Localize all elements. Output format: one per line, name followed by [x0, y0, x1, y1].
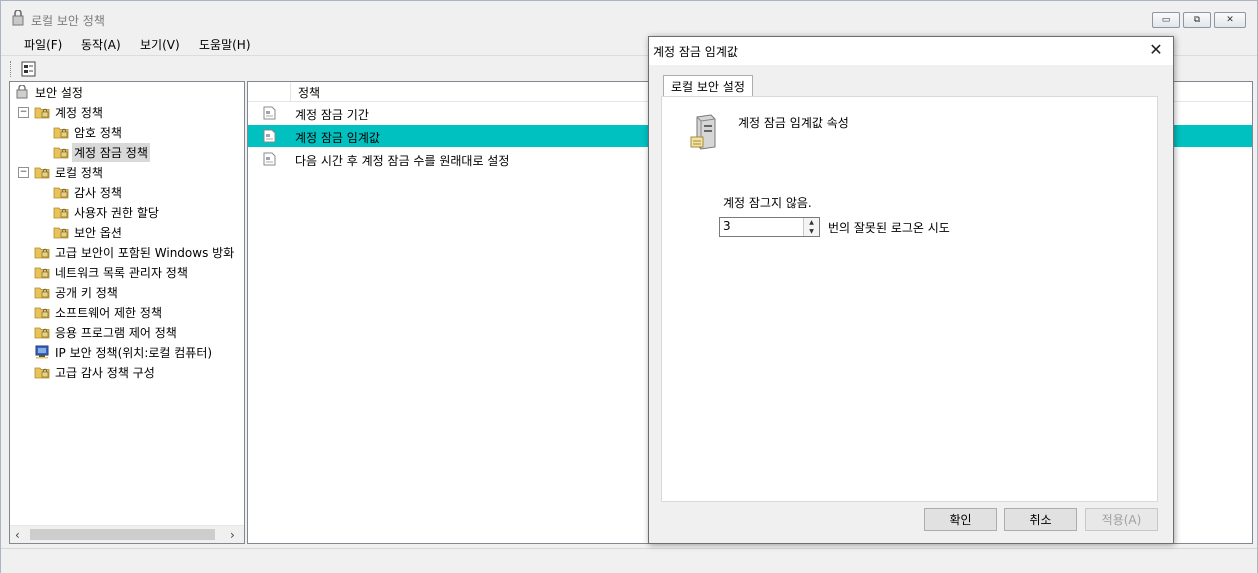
export-list-icon[interactable] — [20, 60, 38, 78]
list-item-label: 계정 잠금 임계값 — [295, 131, 380, 145]
column-header-policy: 정책 — [298, 86, 321, 100]
collapse-icon[interactable]: − — [18, 107, 29, 118]
menu-file[interactable]: 파일(F) — [24, 36, 62, 53]
locked-folder-icon — [34, 287, 50, 299]
list-item-label: 다음 시간 후 계정 잠금 수를 원래대로 설정 — [295, 154, 510, 168]
tree-item-label: 사용자 권한 할당 — [74, 205, 159, 220]
scroll-right-icon[interactable]: › — [230, 528, 235, 542]
lockout-threshold-value[interactable]: 3 — [723, 219, 731, 233]
tree-item[interactable]: 고급 보안이 포함된 Windows 방화 — [34, 242, 236, 262]
tree-item[interactable]: 암호 정책 — [53, 122, 124, 142]
tree-item[interactable]: 감사 정책 — [53, 182, 124, 202]
tree-item[interactable]: 응용 프로그램 제어 정책 — [34, 322, 179, 342]
tree-horizontal-scrollbar[interactable]: ‹ › — [10, 525, 244, 543]
tree-item-label: 네트워크 목록 관리자 정책 — [55, 265, 188, 280]
menu-action[interactable]: 동작(A) — [81, 36, 121, 53]
tree-item-label: 로컬 정책 — [55, 165, 103, 180]
tree-item[interactable]: 공개 키 정책 — [34, 282, 120, 302]
stepper-suffix-label: 번의 잘못된 로그온 시도 — [828, 221, 950, 235]
tree-item-label: 감사 정책 — [74, 185, 122, 200]
locked-folder-icon — [34, 327, 50, 339]
toolbar-grip — [10, 61, 14, 77]
tree-item[interactable]: 네트워크 목록 관리자 정책 — [34, 262, 190, 282]
tree-item-label: 계정 정책 — [55, 105, 103, 120]
tree-item-label: IP 보안 정책(위치:로컬 컴퓨터) — [55, 345, 213, 360]
tree-item[interactable]: 보안 옵션 — [53, 222, 124, 242]
tree-root[interactable]: 보안 설정 — [14, 82, 85, 102]
policy-item-icon — [263, 129, 276, 143]
menu-view[interactable]: 보기(V) — [140, 36, 180, 53]
tree-item[interactable]: 로컬 정책 — [34, 162, 105, 182]
collapse-icon[interactable]: − — [18, 167, 29, 178]
scrollbar-thumb[interactable] — [30, 529, 215, 540]
locked-folder-icon — [53, 187, 69, 199]
stepper-down-icon[interactable]: ▼ — [804, 227, 819, 236]
tree-pane: 보안 설정 계정 정책 − 암호 정책계정 잠금 정책로컬 정책 − 감사 정책사용자 … — [9, 81, 245, 544]
policy-item-icon — [263, 106, 276, 120]
tab-panel: 계정 잠금 임계값 속성 계정 잠그지 않음. 3 ▲ ▼ 번의 잘못된 로그온… — [661, 96, 1158, 502]
property-title: 계정 잠금 임계값 속성 — [738, 116, 849, 130]
locked-folder-icon — [53, 127, 69, 139]
tree-item-label: 고급 보안이 포함된 Windows 방화 — [55, 245, 235, 260]
locked-folder-icon — [53, 207, 69, 219]
network-policy-icon — [35, 345, 49, 359]
tree-item-label: 보안 옵션 — [74, 225, 122, 240]
list-item-label: 계정 잠금 기간 — [295, 108, 369, 122]
locked-folder-icon — [34, 247, 50, 259]
locked-folder-icon — [34, 267, 50, 279]
locked-folder-icon — [53, 227, 69, 239]
tree-item[interactable]: 고급 감사 정책 구성 — [34, 362, 157, 382]
locked-folder-icon — [34, 367, 50, 379]
menu-help[interactable]: 도움말(H) — [199, 36, 251, 53]
properties-dialog: 계정 잠금 임계값 ✕ 로컬 보안 설정 계정 잠금 임계값 속성 계정 잠그지… — [648, 36, 1174, 544]
security-settings-icon — [16, 85, 28, 99]
security-policy-app-icon — [12, 10, 24, 26]
locked-folder-icon — [53, 147, 69, 159]
scroll-left-icon[interactable]: ‹ — [15, 528, 20, 542]
dialog-close-icon[interactable]: ✕ — [1147, 40, 1165, 59]
tree-item[interactable]: 소프트웨어 제한 정책 — [34, 302, 164, 322]
dialog-title: 계정 잠금 임계값 — [653, 45, 738, 59]
ok-button[interactable]: 확인 — [924, 508, 997, 531]
locked-folder-icon — [34, 107, 50, 119]
tree-item-label: 계정 잠금 정책 — [72, 142, 150, 162]
tree-item[interactable]: IP 보안 정책(위치:로컬 컴퓨터) — [34, 342, 214, 362]
minimize-icon: ▭ — [1161, 15, 1171, 25]
tree-root-label: 보안 설정 — [35, 85, 83, 100]
locked-folder-icon — [34, 307, 50, 319]
close-button[interactable]: ✕ — [1214, 12, 1246, 28]
dialog-title-bar: 계정 잠금 임계값 ✕ — [649, 37, 1173, 65]
tree-item-label: 공개 키 정책 — [55, 285, 118, 300]
tree-item-label: 암호 정책 — [74, 125, 122, 140]
tree-item[interactable]: 계정 잠금 정책 — [53, 142, 150, 162]
status-bar — [1, 548, 1257, 573]
tree-item[interactable]: 계정 정책 — [34, 102, 105, 122]
stepper-buttons: ▲ ▼ — [803, 218, 819, 236]
apply-button[interactable]: 적용(A) — [1085, 508, 1158, 531]
tree-item-label: 고급 감사 정책 구성 — [55, 365, 155, 380]
policy-item-icon — [263, 152, 276, 166]
restore-icon: ⧉ — [1193, 15, 1201, 25]
tree-item[interactable]: 사용자 권한 할당 — [53, 202, 161, 222]
lockout-setting-label: 계정 잠그지 않음. — [723, 196, 812, 210]
minimize-button[interactable]: ▭ — [1152, 12, 1180, 28]
tree-item-label: 소프트웨어 제한 정책 — [55, 305, 162, 320]
title-bar: 로컬 보안 정책 ▭ ⧉ ✕ — [1, 1, 1257, 31]
tab-local-security-setting[interactable]: 로컬 보안 설정 — [663, 75, 753, 96]
column-divider — [290, 82, 291, 101]
locked-folder-icon — [34, 167, 50, 179]
restore-button[interactable]: ⧉ — [1183, 12, 1211, 28]
tree-item-label: 응용 프로그램 제어 정책 — [55, 325, 177, 340]
window-title: 로컬 보안 정책 — [31, 14, 105, 28]
server-icon — [690, 114, 716, 150]
cancel-button[interactable]: 취소 — [1004, 508, 1077, 531]
lockout-threshold-stepper[interactable]: 3 ▲ ▼ — [719, 217, 820, 237]
close-icon: ✕ — [1226, 15, 1234, 25]
